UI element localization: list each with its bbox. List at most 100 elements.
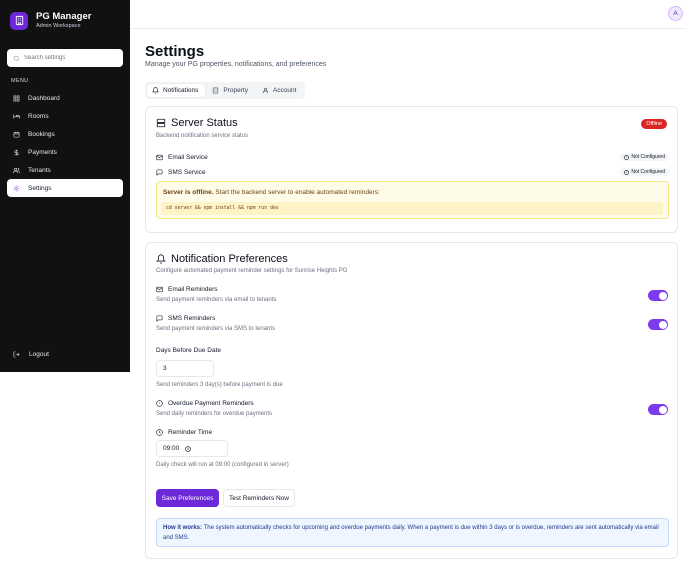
search-input[interactable] [24, 55, 119, 61]
info-strong: How it works: [163, 525, 203, 531]
search-icon [13, 55, 20, 61]
reminder-time-desc: Daily check will run at 09:00 (configure… [156, 462, 289, 468]
sms-service-row: SMS Service Not Configured [156, 167, 669, 177]
email-service-row: Email Service Not Configured [156, 152, 669, 162]
avatar[interactable]: A [668, 6, 683, 21]
sms-reminders-toggle[interactable] [648, 319, 668, 330]
sidebar-item-settings[interactable]: Settings [7, 179, 123, 197]
server-status-desc: Backend notification service status [156, 133, 249, 139]
logout-button[interactable]: Logout [13, 351, 49, 358]
sidebar-item-label: Tenants [28, 166, 51, 174]
page-title: Settings [145, 43, 205, 60]
status-text: Not Configured [631, 154, 665, 160]
warning-text: Server is offline. Start the backend ser… [163, 189, 380, 196]
alert-circle-icon [624, 154, 630, 160]
days-before-label: Days Before Due Date [156, 347, 222, 354]
email-reminders-toggle[interactable] [648, 290, 668, 301]
sidebar-item-label: Payments [28, 148, 57, 156]
bell-icon [152, 87, 159, 94]
sidebar-item-dashboard[interactable]: Dashboard [7, 89, 123, 107]
save-preferences-button[interactable]: Save Preferences [156, 489, 219, 507]
sidebar-item-rooms[interactable]: Rooms [7, 107, 123, 125]
bed-icon [13, 113, 20, 119]
reminder-time-text: Reminder Time [168, 429, 213, 436]
email-service-status: Not Configured [620, 153, 669, 161]
warning-body: Start the backend server to enable autom… [213, 189, 380, 196]
calendar-icon [13, 131, 20, 137]
how-it-works-info: How it works: The system automatically c… [156, 518, 669, 547]
sms-reminders-label: SMS Reminders [156, 315, 215, 322]
brand[interactable]: PG Manager Admin Workspace [10, 11, 91, 30]
app-title: PG Manager [36, 11, 92, 22]
sidebar-nav: Dashboard Rooms Bookings Payments Tenant… [7, 89, 123, 197]
menu-label: MENU [11, 78, 29, 84]
time-value: 09:00 [163, 445, 180, 452]
email-service-label: Email Service [168, 153, 208, 161]
server-status-card: Server Status Backend notification servi… [145, 106, 678, 233]
tab-label: Property [223, 87, 248, 94]
page-subtitle: Manage your PG properties, notifications… [145, 61, 327, 68]
preferences-title: Notification Preferences [171, 253, 288, 265]
sms-service-label: SMS Service [168, 168, 206, 176]
dollar-icon [14, 149, 19, 155]
sidebar-item-payments[interactable]: Payments [7, 143, 123, 161]
warning-code: cd server && npm install && npm run dev [161, 202, 663, 215]
alert-circle-icon [156, 400, 163, 407]
warning-strong: Server is offline. [163, 189, 214, 196]
reminder-time-label: Reminder Time [156, 429, 212, 436]
email-reminders-text: Email Reminders [168, 286, 218, 293]
sidebar: PG Manager Admin Workspace MENU Dashboar… [0, 0, 130, 372]
message-icon [156, 315, 163, 322]
sidebar-item-label: Bookings [28, 130, 55, 138]
sms-reminders-desc: Send payment reminders via SMS to tenant… [156, 326, 276, 332]
overdue-reminders-desc: Send daily reminders for overdue payment… [156, 411, 273, 417]
tab-notifications[interactable]: Notifications [147, 84, 206, 97]
email-reminders-desc: Send payment reminders via email to tena… [156, 297, 277, 303]
notification-preferences-card: Notification Preferences Configure autom… [145, 242, 678, 559]
clock-icon [156, 429, 163, 436]
email-reminders-label: Email Reminders [156, 286, 218, 293]
app-subtitle: Admin Workspace [36, 23, 81, 29]
sidebar-item-label: Rooms [28, 112, 49, 120]
server-status-title: Server Status [171, 117, 238, 129]
preferences-desc: Configure automated payment reminder set… [156, 268, 348, 274]
sidebar-item-label: Dashboard [28, 94, 60, 102]
tab-label: Notifications [163, 87, 199, 94]
overdue-reminders-text: Overdue Payment Reminders [168, 400, 254, 407]
grid-icon [13, 95, 20, 101]
test-reminders-button[interactable]: Test Reminders Now [223, 489, 295, 507]
tab-property[interactable]: Property [207, 84, 255, 97]
server-icon [156, 118, 166, 128]
days-before-desc: Send reminders 3 day(s) before payment i… [156, 382, 283, 388]
overdue-reminders-label: Overdue Payment Reminders [156, 400, 254, 407]
days-before-input[interactable]: 3 [156, 360, 214, 377]
gear-icon [13, 185, 20, 191]
reminder-time-input[interactable]: 09:00 [156, 440, 228, 457]
status-text: Not Configured [631, 169, 665, 175]
sms-service-status: Not Configured [620, 168, 669, 176]
offline-warning: Server is offline. Start the backend ser… [156, 181, 669, 219]
logout-icon [13, 351, 20, 358]
clock-icon[interactable] [185, 445, 192, 452]
bell-icon [156, 254, 166, 264]
settings-tabs: Notifications Property Account [145, 82, 306, 99]
sidebar-item-label: Settings [28, 184, 52, 192]
mail-icon [156, 286, 163, 293]
mail-icon [156, 154, 163, 160]
building-icon [213, 87, 219, 94]
info-body: The system automatically checks for upco… [163, 525, 659, 541]
building-logo-icon [10, 11, 28, 30]
tab-account[interactable]: Account [257, 84, 304, 97]
header-divider [130, 28, 686, 29]
server-status-heading: Server Status [156, 117, 238, 129]
sms-reminders-text: SMS Reminders [168, 315, 216, 322]
sidebar-search[interactable] [7, 49, 123, 67]
overdue-reminders-toggle[interactable] [648, 404, 668, 415]
sidebar-item-bookings[interactable]: Bookings [7, 125, 123, 143]
message-icon [156, 169, 163, 176]
logout-label: Logout [29, 351, 49, 358]
sidebar-item-tenants[interactable]: Tenants [7, 161, 123, 179]
status-badge: Offline [641, 119, 667, 129]
user-icon [262, 87, 269, 94]
preferences-heading: Notification Preferences [156, 253, 288, 265]
